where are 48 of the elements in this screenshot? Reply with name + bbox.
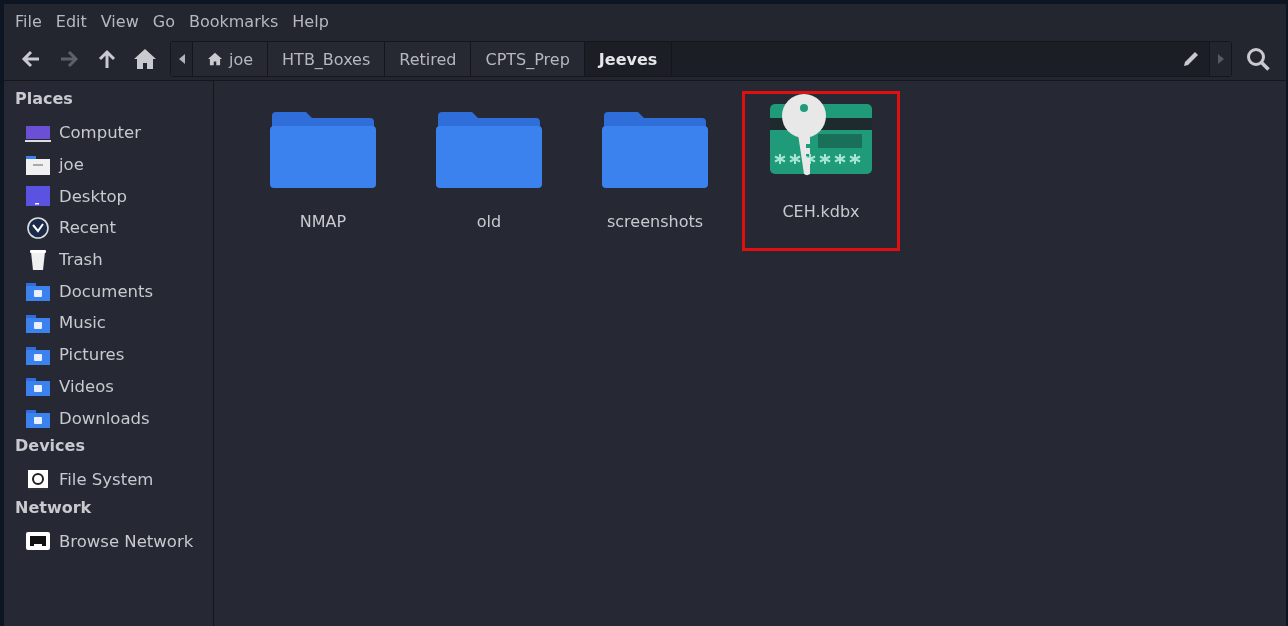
folder-icon <box>436 110 542 190</box>
caret-right-icon <box>1217 54 1224 64</box>
sidebar-item[interactable]: joe <box>59 155 84 175</box>
folder-icon <box>270 110 376 190</box>
recent-icon <box>25 216 51 239</box>
sidebar-heading: Network <box>15 496 93 519</box>
file-name: screenshots <box>606 212 704 231</box>
sidebar-item[interactable]: Documents <box>59 281 154 301</box>
sidebar-heading: Devices <box>15 434 86 457</box>
desktop-icon <box>25 185 51 208</box>
breadcrumb-button[interactable]: Retired <box>385 42 472 76</box>
sidebar-heading: Places <box>15 88 74 110</box>
scroll-left-button[interactable] <box>171 42 193 76</box>
search-icon <box>1245 46 1271 72</box>
folder-tile[interactable]: screenshots <box>576 91 734 251</box>
up-arrow-icon <box>96 48 118 70</box>
network-icon <box>25 530 51 553</box>
menu-item[interactable]: File <box>8 11 49 31</box>
sidebar-item[interactable]: Downloads <box>59 408 150 428</box>
folder-icon <box>602 110 708 190</box>
menu-item[interactable]: Help <box>285 11 336 31</box>
folder-tile[interactable]: old <box>410 91 568 251</box>
sidebar-item[interactable]: Trash <box>59 250 103 270</box>
sidebar-item[interactable]: Music <box>59 313 106 333</box>
caret-left-icon <box>178 54 185 64</box>
left-arrow-icon <box>20 48 42 70</box>
sidebar-item[interactable]: Browse Network <box>59 531 194 551</box>
file-name: old <box>476 212 502 231</box>
sidebar-item[interactable]: Computer <box>59 123 142 143</box>
file-name: NMAP <box>299 212 347 231</box>
breadcrumb-button[interactable]: joe <box>193 42 269 76</box>
file-name: CEH.kdbx <box>782 202 860 221</box>
pencil-icon <box>1182 50 1200 68</box>
menu-item[interactable]: Go <box>145 11 182 31</box>
folder-tile[interactable]: NMAP <box>244 91 402 251</box>
sidebar-item[interactable]: Desktop <box>59 186 128 206</box>
breadcrumb-button[interactable]: HTB_Boxes <box>268 42 386 76</box>
menu-item[interactable]: Bookmarks <box>181 11 286 31</box>
sidebar-item[interactable]: Videos <box>59 376 114 396</box>
sidebar-item[interactable]: Recent <box>59 218 117 238</box>
database-tile[interactable]: CEH.kdbx <box>742 91 900 251</box>
menu-item[interactable]: View <box>93 11 146 31</box>
breadcrumb-button[interactable]: CPTS_Prep <box>471 42 585 76</box>
drive-icon <box>25 468 51 491</box>
sidebar-item[interactable]: Pictures <box>59 345 125 365</box>
menu-item[interactable]: Edit <box>48 11 94 31</box>
right-arrow-icon <box>58 48 80 70</box>
sidebar-item[interactable]: File System <box>59 470 154 490</box>
